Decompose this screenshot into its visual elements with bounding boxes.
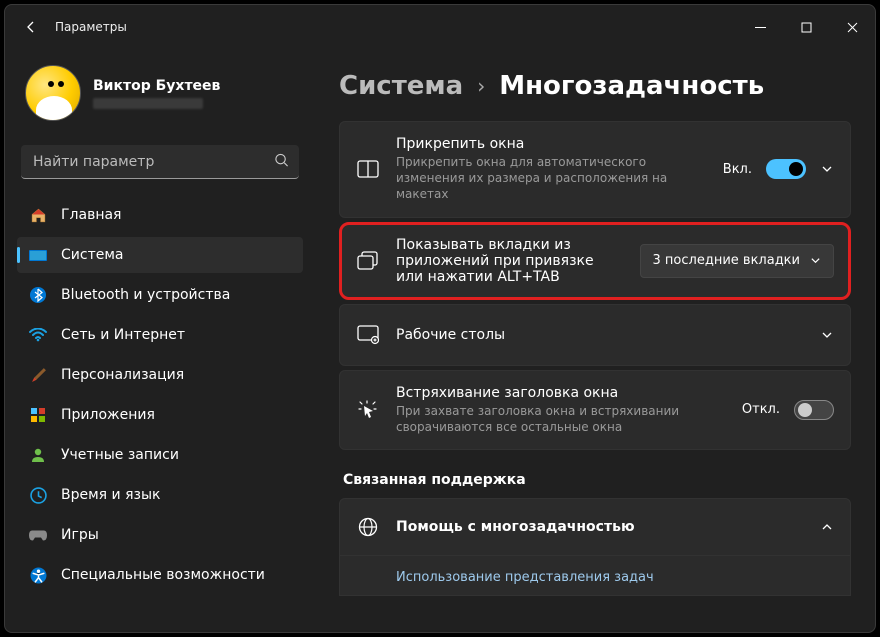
search-box[interactable] <box>21 145 299 179</box>
page-title: Многозадачность <box>499 71 764 101</box>
sidebar-item-label: Bluetooth и устройства <box>61 287 230 303</box>
sidebar-item-system[interactable]: Система <box>17 237 303 273</box>
gamepad-icon <box>29 526 47 544</box>
desktops-card[interactable]: Рабочие столы <box>339 304 851 366</box>
toggle-state-label: Откл. <box>742 402 780 417</box>
help-title: Помощь с многозадачностью <box>396 519 804 535</box>
related-support-header: Связанная поддержка <box>343 472 851 488</box>
main-panel: Система › Многозадачность Прикрепить окн… <box>315 49 875 632</box>
help-card: Помощь с многозадачностью Использование … <box>339 498 851 596</box>
profile-name: Виктор Бухтеев <box>93 78 220 94</box>
sidebar-item-label: Игры <box>61 527 99 543</box>
settings-window: Параметры Виктор Бухтеев <box>4 4 876 633</box>
system-icon <box>29 246 47 264</box>
alttab-tabs-card[interactable]: Показывать вкладки из приложений при при… <box>339 222 851 300</box>
sidebar-item-network[interactable]: Сеть и Интернет <box>17 317 303 353</box>
snap-windows-card[interactable]: Прикрепить окна Прикрепить окна для авто… <box>339 121 851 218</box>
back-button[interactable] <box>13 9 49 45</box>
sidebar-item-label: Специальные возможности <box>61 567 265 583</box>
help-link[interactable]: Использование представления задач <box>340 555 850 595</box>
sidebar-item-label: Главная <box>61 207 121 223</box>
shake-card[interactable]: Встряхивание заголовка окна При захвате … <box>339 370 851 450</box>
home-icon <box>29 206 47 224</box>
sidebar-item-apps[interactable]: Приложения <box>17 397 303 433</box>
maximize-button[interactable] <box>783 11 829 43</box>
search-input[interactable] <box>21 145 299 179</box>
card-title: Показывать вкладки из приложений при при… <box>396 237 606 285</box>
sidebar: Виктор Бухтеев Главная <box>5 49 315 632</box>
sidebar-item-label: Время и язык <box>61 487 160 503</box>
shake-icon <box>356 398 380 422</box>
tabs-icon <box>356 249 380 273</box>
avatar <box>25 65 81 121</box>
card-subtitle: При захвате заголовка окна и встряхивани… <box>396 403 726 435</box>
close-button[interactable] <box>829 11 875 43</box>
sidebar-item-label: Система <box>61 247 123 263</box>
profile-block[interactable]: Виктор Бухтеев <box>17 57 303 137</box>
card-title: Встряхивание заголовка окна <box>396 385 726 401</box>
brush-icon <box>29 366 47 384</box>
toggle-state-label: Вкл. <box>723 162 752 177</box>
clock-globe-icon <box>29 486 47 504</box>
help-expander[interactable]: Помощь с многозадачностью <box>340 499 850 555</box>
profile-email-redacted <box>93 98 203 109</box>
snap-icon <box>356 157 380 181</box>
breadcrumb: Система › Многозадачность <box>339 71 851 101</box>
sidebar-item-personalization[interactable]: Персонализация <box>17 357 303 393</box>
sidebar-item-time-language[interactable]: Время и язык <box>17 477 303 513</box>
chevron-down-icon[interactable] <box>820 328 834 342</box>
sidebar-item-label: Персонализация <box>61 367 184 383</box>
titlebar: Параметры <box>5 5 875 49</box>
dropdown-value: 3 последние вкладки <box>653 253 800 268</box>
sidebar-item-label: Сеть и Интернет <box>61 327 185 343</box>
card-title: Рабочие столы <box>396 327 804 343</box>
sidebar-item-gaming[interactable]: Игры <box>17 517 303 553</box>
sidebar-item-home[interactable]: Главная <box>17 197 303 233</box>
alttab-dropdown[interactable]: 3 последние вкладки <box>640 244 834 278</box>
snap-toggle[interactable] <box>766 159 806 179</box>
chevron-up-icon <box>820 520 834 534</box>
window-title: Параметры <box>55 20 127 34</box>
apps-icon <box>29 406 47 424</box>
sidebar-item-bluetooth[interactable]: Bluetooth и устройства <box>17 277 303 313</box>
chevron-down-icon[interactable] <box>820 162 834 176</box>
card-title: Прикрепить окна <box>396 136 707 152</box>
card-subtitle: Прикрепить окна для автоматического изме… <box>396 154 707 203</box>
chevron-down-icon <box>810 255 821 266</box>
bluetooth-icon <box>29 286 47 304</box>
search-icon <box>274 153 289 172</box>
wifi-icon <box>29 326 47 344</box>
sidebar-item-label: Приложения <box>61 407 155 423</box>
sidebar-item-label: Учетные записи <box>61 447 179 463</box>
breadcrumb-parent[interactable]: Система <box>339 71 463 101</box>
desktops-icon <box>356 323 380 347</box>
chevron-right-icon: › <box>477 74 485 98</box>
sidebar-item-accessibility[interactable]: Специальные возможности <box>17 557 303 593</box>
person-icon <box>29 446 47 464</box>
globe-icon <box>356 515 380 539</box>
accessibility-icon <box>29 566 47 584</box>
sidebar-item-accounts[interactable]: Учетные записи <box>17 437 303 473</box>
minimize-button[interactable] <box>737 11 783 43</box>
shake-toggle[interactable] <box>794 400 834 420</box>
